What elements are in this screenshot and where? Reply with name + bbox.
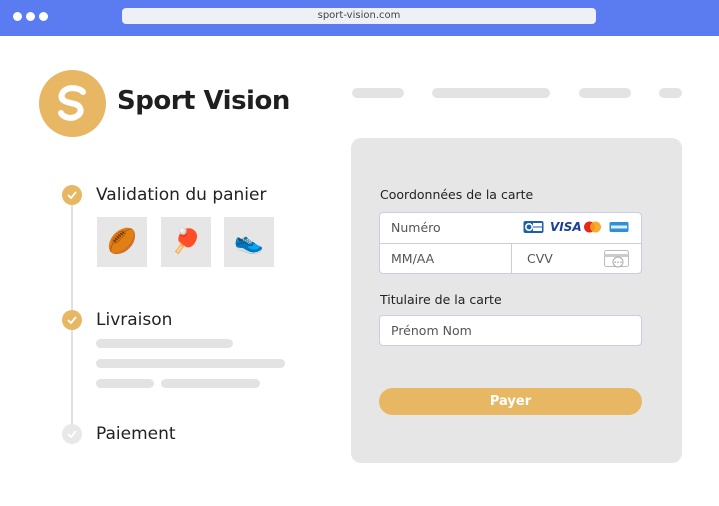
brand-logo-icon[interactable]: [39, 70, 106, 137]
text-placeholder: [96, 379, 154, 388]
nav-placeholder: [579, 88, 631, 98]
text-placeholder: [96, 359, 285, 368]
nav-placeholder: [352, 88, 404, 98]
step-delivery: Livraison: [96, 310, 173, 330]
nav-placeholder: [659, 88, 682, 98]
step-cart-validation: Validation du panier: [96, 185, 267, 205]
sneaker-icon: 👟: [224, 217, 274, 267]
pay-button[interactable]: Payer: [379, 388, 642, 415]
cardholder-name-field[interactable]: Prénom Nom: [379, 315, 642, 346]
expiry-date-field[interactable]: MM/AA: [379, 243, 512, 274]
rugby-ball-icon: 🏉: [97, 217, 147, 267]
ping-pong-paddle-icon: 🏓: [161, 217, 211, 267]
window-dot-icon: [39, 12, 48, 21]
text-placeholder: [96, 339, 233, 348]
text-placeholder: [161, 379, 260, 388]
card-details-title: Coordonnées de la carte: [380, 187, 534, 202]
card-number-field[interactable]: Numéro: [379, 212, 642, 244]
step-payment: Paiement: [96, 424, 176, 444]
check-icon: [62, 310, 82, 330]
brand-name[interactable]: Sport Vision: [117, 86, 290, 116]
cardholder-title: Titulaire de la carte: [380, 292, 502, 307]
window-dot-icon: [13, 12, 22, 21]
card-back-cvv-icon: •••: [604, 250, 629, 268]
cb-card-icon: [523, 221, 544, 233]
browser-chrome: sport-vision.com: [0, 0, 719, 36]
visa-card-icon: VISA: [550, 220, 582, 234]
nav-placeholder: [432, 88, 550, 98]
address-bar[interactable]: sport-vision.com: [122, 8, 596, 24]
check-icon: [62, 424, 82, 444]
check-icon: [62, 185, 82, 205]
amex-card-icon: [609, 222, 629, 232]
window-dot-icon: [26, 12, 35, 21]
mastercard-icon: [584, 221, 601, 233]
svg-text:•••: •••: [614, 260, 623, 266]
